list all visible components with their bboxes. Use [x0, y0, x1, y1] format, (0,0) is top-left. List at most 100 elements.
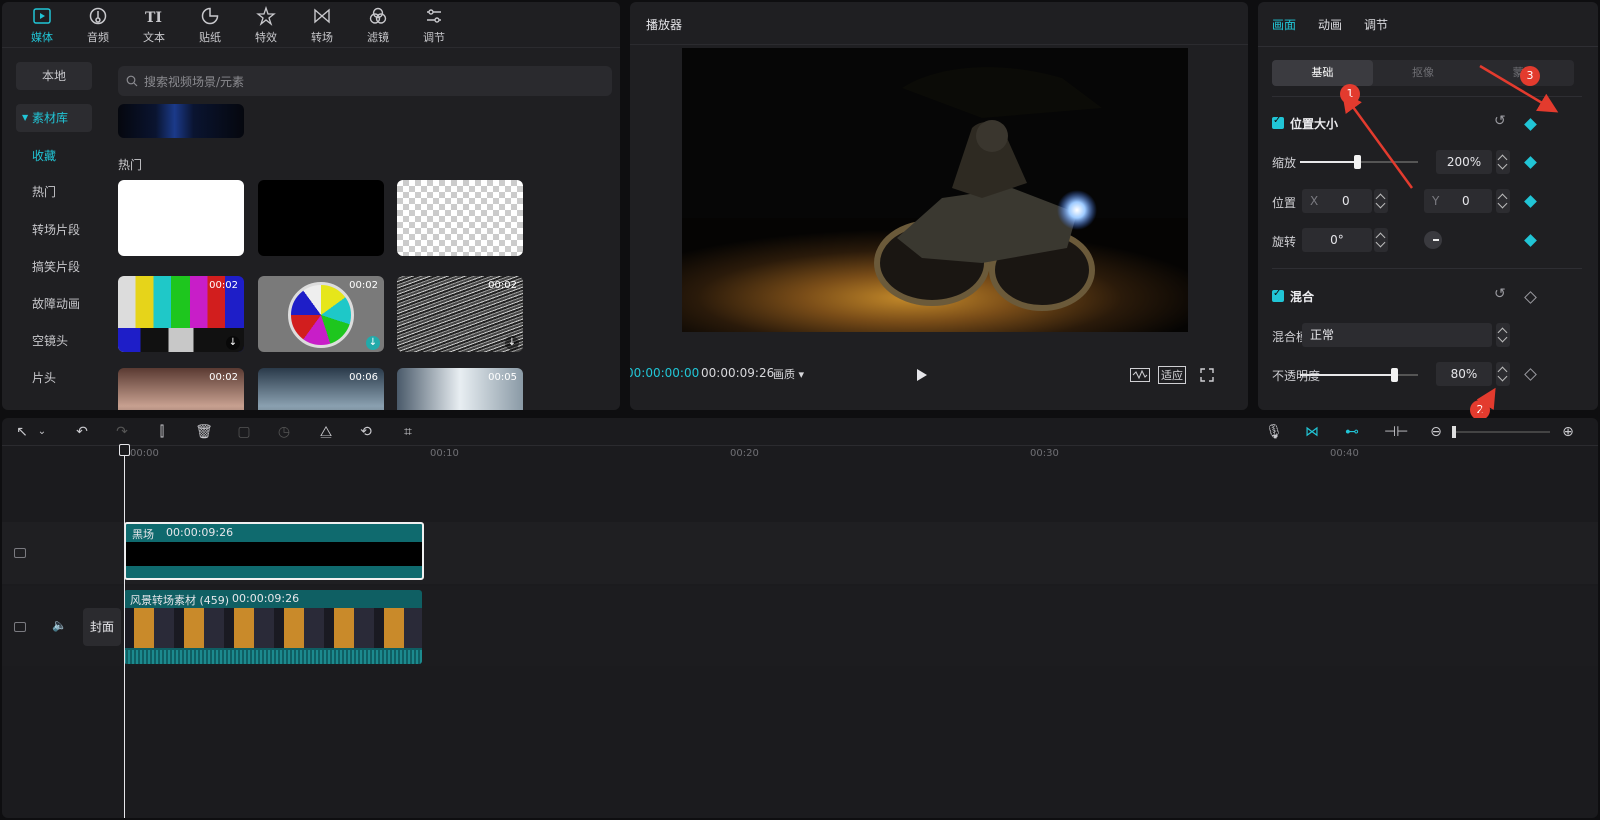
seg-basic[interactable]: 基础 — [1272, 60, 1373, 86]
tab-audio[interactable]: 音频 — [70, 2, 126, 48]
redo-icon[interactable]: ↷ — [112, 422, 132, 442]
delete-icon[interactable]: 🗑 — [194, 422, 214, 442]
microphone-icon[interactable]: 🎙 — [1264, 422, 1284, 442]
rotate-input[interactable]: 0° — [1302, 228, 1372, 252]
tab-filter[interactable]: 滤镜 — [350, 2, 406, 48]
play-icon[interactable] — [916, 368, 928, 382]
tab-transition[interactable]: 转场 — [294, 2, 350, 48]
rotate-dial[interactable] — [1424, 231, 1442, 249]
track-toggle-icon[interactable] — [14, 622, 26, 632]
side-item-glitch[interactable]: 故障动画 — [16, 290, 92, 318]
crop-icon[interactable]: ⌗ — [398, 422, 418, 442]
tab-effects[interactable]: 特效 — [238, 2, 294, 48]
cover-button[interactable]: 封面 — [83, 608, 121, 646]
position-x-stepper[interactable] — [1374, 189, 1388, 213]
rotate-stepper[interactable] — [1374, 228, 1388, 252]
zoom-out-icon[interactable]: ⊖ — [1426, 422, 1446, 442]
tab-adjust-props[interactable]: 调节 — [1364, 16, 1388, 33]
x-value: 0 — [1342, 194, 1350, 208]
clip2-waveform — [124, 650, 422, 664]
keyframe-position-icon[interactable] — [1524, 195, 1537, 208]
scale-stepper[interactable] — [1496, 150, 1510, 174]
media-thumb-partial[interactable] — [118, 104, 244, 138]
reset-icon[interactable]: ↺ — [1494, 286, 1506, 302]
side-item-intro[interactable]: 片头 — [16, 364, 92, 392]
link-icon[interactable]: ⊷ — [1342, 422, 1362, 442]
keyframe-rotate-icon[interactable] — [1524, 234, 1537, 247]
side-item-funny-clips[interactable]: 搞笑片段 — [16, 253, 92, 281]
download-icon[interactable]: ↓ — [505, 336, 519, 350]
clip-scenery-transition[interactable]: 风景转场素材 (459) 00:00:09:26 — [124, 590, 422, 664]
playhead-handle[interactable] — [119, 444, 130, 456]
fit-button[interactable]: 适应 — [1158, 366, 1186, 384]
playhead[interactable] — [124, 446, 125, 818]
position-y-input[interactable]: Y 0 — [1424, 189, 1492, 213]
tab-adjust[interactable]: 调节 — [406, 2, 462, 48]
media-thumb-white[interactable] — [118, 180, 244, 256]
side-item-empty-shots[interactable]: 空镜头 — [16, 327, 92, 355]
search-input[interactable]: 搜索视频场景/元素 — [118, 66, 612, 96]
position-size-checkbox[interactable] — [1272, 115, 1284, 129]
keyframe-blend-icon[interactable] — [1524, 291, 1537, 304]
test-pattern-circle — [288, 282, 354, 348]
tab-canvas[interactable]: 画面 — [1272, 16, 1296, 33]
side-item-transition-clips[interactable]: 转场片段 — [16, 216, 92, 244]
zoom-slider[interactable] — [1454, 431, 1550, 433]
scale-input[interactable]: 200% — [1436, 150, 1492, 174]
split-icon[interactable]: ⫿ — [152, 422, 172, 442]
media-thumb-clip-2[interactable]: 00:06 — [258, 368, 384, 410]
media-thumb-test-pattern[interactable]: 00:02 ↓ — [258, 276, 384, 352]
tab-media[interactable]: 媒体 — [14, 2, 70, 48]
position-y-stepper[interactable] — [1496, 189, 1510, 213]
scale-slider-knob[interactable] — [1354, 155, 1361, 169]
opacity-slider-knob[interactable] — [1391, 368, 1398, 382]
chevron-down-icon[interactable]: ⌄ — [32, 422, 52, 442]
reverse-icon[interactable]: ◷ — [274, 422, 294, 442]
media-thumb-black[interactable] — [258, 180, 384, 256]
tab-text[interactable]: TI 文本 — [126, 2, 182, 48]
undo-icon[interactable]: ↶ — [72, 422, 92, 442]
tick-label: 00:30 — [1030, 448, 1059, 459]
blend-checkbox[interactable] — [1272, 288, 1284, 302]
side-item-local[interactable]: 本地 — [16, 62, 92, 90]
side-item-favorites[interactable]: 收藏 — [16, 142, 92, 170]
media-thumb-clip-3[interactable]: 00:05 — [397, 368, 523, 410]
mute-icon[interactable]: 🔈 — [52, 618, 67, 632]
rotate-icon[interactable]: ⟲ — [356, 422, 376, 442]
side-item-hot[interactable]: 热门 — [16, 178, 92, 206]
keyframe-scale-icon[interactable] — [1524, 156, 1537, 169]
media-thumb-clip-1[interactable]: 00:02 — [118, 368, 244, 410]
keyframe-all-icon[interactable] — [1524, 118, 1537, 131]
zoom-in-icon[interactable]: ⊕ — [1558, 422, 1578, 442]
track-toggle-icon[interactable] — [14, 548, 26, 558]
magnet-icon[interactable]: ⋈ — [1302, 422, 1322, 442]
waveform-icon[interactable] — [1130, 368, 1150, 382]
opacity-stepper[interactable] — [1496, 362, 1510, 386]
timeline-toolbar: ↖ ⌄ ↶ ↷ ⫿ 🗑 ▢ ◷ ⧋ ⟲ ⌗ 🎙 ⋈ ⊷ ⊣⊢ ⊖ ⊕ — [2, 418, 1598, 446]
clip-black-frame[interactable]: 黑场 00:00:09:26 — [124, 522, 424, 580]
keyframe-opacity-icon[interactable] — [1524, 368, 1537, 381]
opacity-input[interactable]: 80% — [1436, 362, 1492, 386]
video-preview[interactable] — [682, 48, 1188, 332]
side-item-library[interactable]: ▼ 素材库 — [16, 104, 92, 132]
freeze-icon[interactable]: ▢ — [234, 422, 254, 442]
reset-icon[interactable]: ↺ — [1494, 113, 1506, 129]
download-icon[interactable]: ↓ — [366, 336, 380, 350]
seg-cutout[interactable]: 抠像 — [1373, 60, 1474, 86]
mirror-icon[interactable]: ⧋ — [316, 422, 336, 442]
media-thumb-transparent[interactable] — [397, 180, 523, 256]
blend-mode-stepper[interactable] — [1496, 323, 1510, 347]
media-thumb-static-noise[interactable]: 00:02 ↓ — [397, 276, 523, 352]
zoom-slider-knob[interactable] — [1452, 426, 1456, 438]
quality-dropdown[interactable]: 画质 ▾ — [773, 366, 804, 382]
tab-sticker[interactable]: 贴纸 — [182, 2, 238, 48]
time-ruler[interactable]: 00:00 00:10 00:20 00:30 00:40 — [2, 446, 1598, 462]
tab-animation[interactable]: 动画 — [1318, 16, 1342, 33]
position-x-input[interactable]: X 0 — [1302, 189, 1372, 213]
download-icon[interactable]: ↓ — [226, 336, 240, 350]
fullscreen-icon[interactable] — [1200, 368, 1214, 382]
preview-axis-icon[interactable]: ⊣⊢ — [1384, 422, 1408, 442]
select-tool-icon[interactable]: ↖ — [12, 422, 32, 442]
media-thumb-color-bars[interactable]: 00:02 ↓ — [118, 276, 244, 352]
blend-mode-select[interactable]: 正常 — [1302, 323, 1492, 347]
